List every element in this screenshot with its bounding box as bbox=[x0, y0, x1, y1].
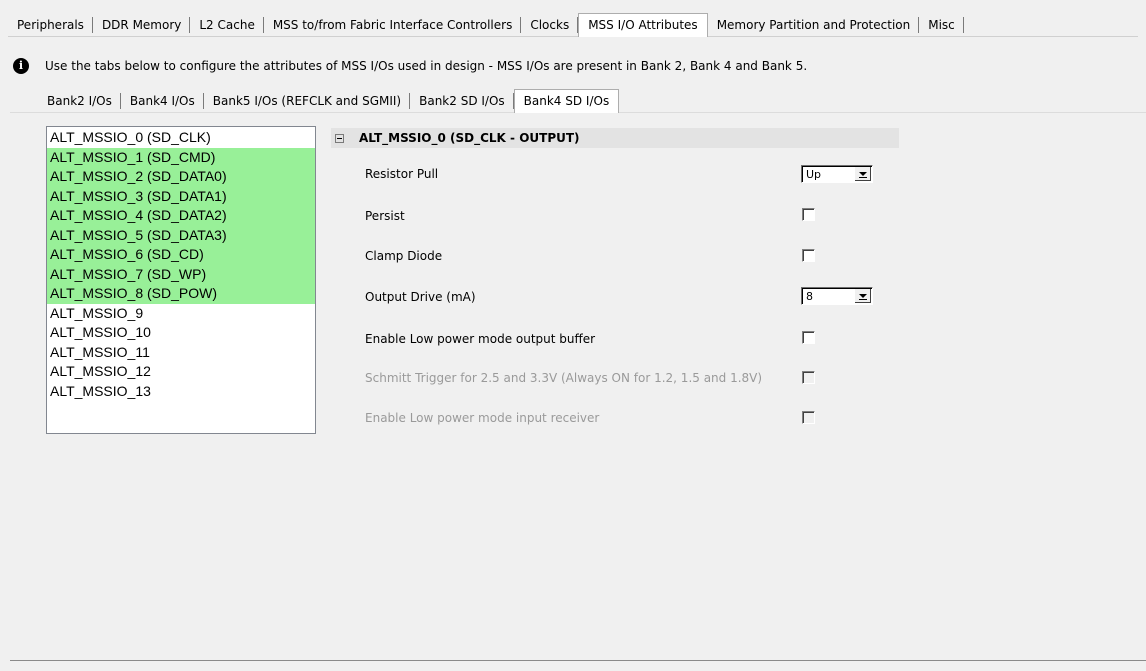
tab-fabric-interface-controllers[interactable]: MSS to/from Fabric Interface Controllers bbox=[264, 14, 522, 36]
tab-l2-cache[interactable]: L2 Cache bbox=[190, 14, 265, 36]
output-drive-label: Output Drive (mA) bbox=[365, 290, 476, 304]
resistor-pull-label: Resistor Pull bbox=[365, 167, 439, 181]
low-power-output-checkbox[interactable] bbox=[802, 331, 815, 344]
list-item[interactable]: ALT_MSSIO_2 (SD_DATA0) bbox=[47, 167, 315, 187]
output-drive-value: 8 bbox=[806, 290, 813, 303]
resistor-pull-value: Up bbox=[806, 168, 822, 181]
list-item[interactable]: ALT_MSSIO_9 bbox=[47, 304, 315, 324]
list-item[interactable]: ALT_MSSIO_12 bbox=[47, 362, 315, 382]
chevron-down-icon bbox=[859, 172, 867, 178]
tab-bank4-ios[interactable]: Bank4 I/Os bbox=[121, 90, 204, 112]
tab-bar-divider bbox=[8, 36, 1138, 37]
schmitt-trigger-checkbox[interactable] bbox=[802, 371, 815, 384]
info-text: Use the tabs below to configure the attr… bbox=[45, 59, 808, 73]
property-group-title: ALT_MSSIO_0 (SD_CLK - OUTPUT) bbox=[359, 131, 580, 145]
list-item[interactable]: ALT_MSSIO_6 (SD_CD) bbox=[47, 245, 315, 265]
tab-peripherals[interactable]: Peripherals bbox=[8, 14, 93, 36]
tab-memory-partition-protection[interactable]: Memory Partition and Protection bbox=[708, 14, 920, 36]
persist-label: Persist bbox=[365, 209, 405, 223]
list-item[interactable]: ALT_MSSIO_3 (SD_DATA1) bbox=[47, 186, 315, 206]
resistor-pull-select[interactable]: Up bbox=[801, 165, 873, 183]
list-item[interactable]: ALT_MSSIO_11 bbox=[47, 343, 315, 363]
clamp-diode-label: Clamp Diode bbox=[365, 249, 443, 263]
tab-bank2-ios[interactable]: Bank2 I/Os bbox=[38, 90, 121, 112]
panel-bottom-border bbox=[10, 660, 1146, 661]
clamp-diode-checkbox[interactable] bbox=[802, 249, 815, 262]
output-drive-select[interactable]: 8 bbox=[801, 287, 873, 305]
info-banner: i Use the tabs below to configure the at… bbox=[13, 58, 807, 74]
io-list[interactable]: ALT_MSSIO_0 (SD_CLK) ALT_MSSIO_1 (SD_CMD… bbox=[46, 126, 316, 434]
list-item[interactable]: ALT_MSSIO_1 (SD_CMD) bbox=[47, 147, 315, 167]
collapse-icon[interactable] bbox=[335, 133, 344, 143]
schmitt-trigger-label: Schmitt Trigger for 2.5 and 3.3V (Always… bbox=[365, 371, 763, 385]
list-item[interactable]: ALT_MSSIO_5 (SD_DATA3) bbox=[47, 225, 315, 245]
tab-bank5-ios[interactable]: Bank5 I/Os (REFCLK and SGMII) bbox=[204, 90, 411, 112]
list-item[interactable]: ALT_MSSIO_7 (SD_WP) bbox=[47, 264, 315, 284]
low-power-output-label: Enable Low power mode output buffer bbox=[365, 332, 596, 346]
tab-mss-io-attributes[interactable]: MSS I/O Attributes bbox=[578, 13, 708, 37]
property-group-header[interactable]: ALT_MSSIO_0 (SD_CLK - OUTPUT) bbox=[331, 128, 899, 148]
tab-misc[interactable]: Misc bbox=[919, 14, 964, 36]
chevron-down-icon bbox=[859, 294, 867, 300]
main-tab-bar: Peripherals DDR Memory L2 Cache MSS to/f… bbox=[8, 13, 964, 37]
info-icon: i bbox=[13, 58, 29, 74]
tab-bank4-sd-ios[interactable]: Bank4 SD I/Os bbox=[513, 89, 620, 113]
list-item[interactable]: ALT_MSSIO_4 (SD_DATA2) bbox=[47, 206, 315, 226]
list-item[interactable]: ALT_MSSIO_13 bbox=[47, 382, 315, 402]
list-item[interactable]: ALT_MSSIO_0 (SD_CLK) bbox=[47, 128, 315, 148]
persist-checkbox[interactable] bbox=[802, 208, 815, 221]
tab-clocks[interactable]: Clocks bbox=[521, 14, 579, 36]
low-power-input-checkbox[interactable] bbox=[802, 411, 815, 424]
output-drive-dropdown-button[interactable] bbox=[855, 289, 871, 303]
list-item[interactable]: ALT_MSSIO_10 bbox=[47, 323, 315, 343]
bank-tab-bar: Bank2 I/Os Bank4 I/Os Bank5 I/Os (REFCLK… bbox=[38, 89, 620, 113]
tab-ddr-memory[interactable]: DDR Memory bbox=[93, 14, 191, 36]
resistor-pull-dropdown-button[interactable] bbox=[855, 167, 871, 181]
list-item[interactable]: ALT_MSSIO_8 (SD_POW) bbox=[47, 284, 315, 304]
tab-bank2-sd-ios[interactable]: Bank2 SD I/Os bbox=[410, 90, 514, 112]
low-power-input-label: Enable Low power mode input receiver bbox=[365, 411, 600, 425]
